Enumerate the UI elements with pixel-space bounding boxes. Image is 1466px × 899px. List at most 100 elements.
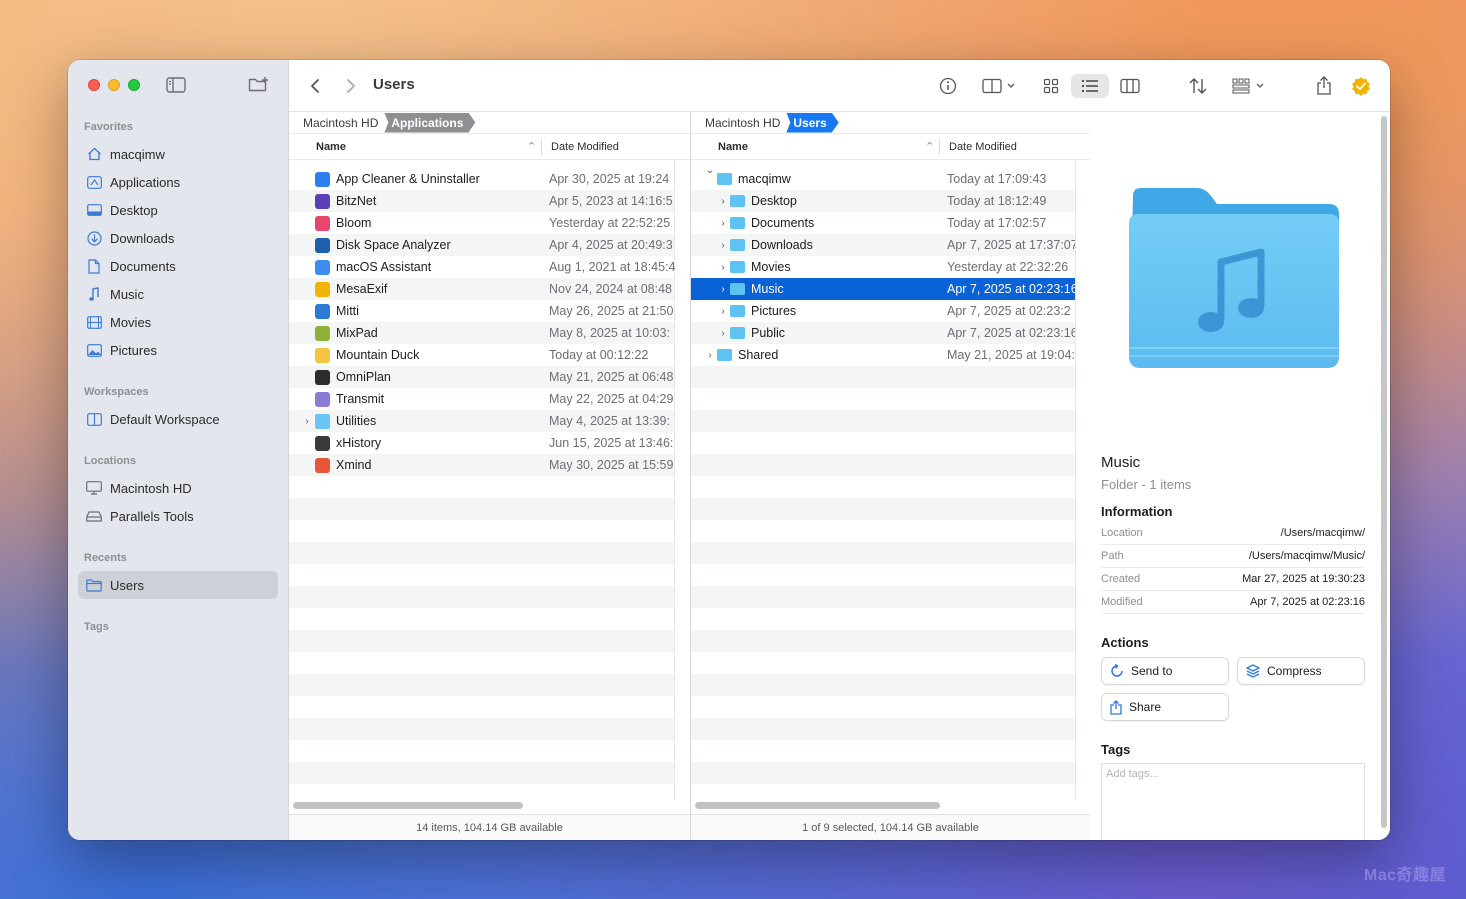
path-bar: Macintosh HD Applications (289, 112, 690, 134)
minimize-window-button[interactable] (108, 79, 120, 91)
table-row[interactable]: Transmit May 22, 2025 at 04:29 (289, 388, 674, 410)
send-to-button[interactable]: Send to (1101, 657, 1229, 685)
table-row (691, 454, 1075, 476)
share-button[interactable]: Share (1101, 693, 1229, 721)
table-row (691, 432, 1075, 454)
path-crumb-current[interactable]: Applications (384, 113, 475, 133)
preview-pane-menu-icon[interactable] (979, 74, 1021, 98)
table-row[interactable]: › Documents Today at 17:02:57 (691, 212, 1075, 234)
name-column-header[interactable]: Name (718, 141, 748, 153)
verified-badge-icon[interactable] (1349, 74, 1373, 98)
table-row (691, 718, 1075, 740)
file-name: Music (751, 282, 784, 296)
group-menu-icon[interactable] (1230, 74, 1270, 98)
table-row[interactable]: › Downloads Apr 7, 2025 at 17:37:07 (691, 234, 1075, 256)
chevron-down-icon[interactable]: ⌄ (705, 165, 715, 176)
compress-button[interactable]: Compress (1237, 657, 1365, 685)
sidebar-item-parallels-tools[interactable]: Parallels Tools (78, 502, 278, 530)
locations-heading: Locations (84, 455, 136, 467)
sidebar-item-macintosh-hd[interactable]: Macintosh HD (78, 474, 278, 502)
sidebar-item-movies[interactable]: Movies (78, 308, 278, 336)
sidebar: Favorites Workspaces Locations Recents T… (68, 60, 289, 840)
sidebar-item-applications[interactable]: Applications (78, 168, 278, 196)
table-row[interactable]: › Public Apr 7, 2025 at 02:23:16 (691, 322, 1075, 344)
date-column-header[interactable]: Date Modified (949, 141, 1017, 153)
sidebar-toggle-icon[interactable] (166, 77, 186, 96)
table-row[interactable]: Mountain Duck Today at 00:12:22 (289, 344, 674, 366)
folder-icon (730, 327, 745, 339)
disclosure-chevron-icon[interactable]: › (718, 218, 728, 229)
sidebar-item-users[interactable]: Users (78, 571, 278, 599)
list-view-icon[interactable] (1071, 74, 1109, 98)
path-bar: Macintosh HD Users (691, 112, 1090, 134)
path-crumb-root[interactable]: Macintosh HD (705, 116, 780, 130)
table-row[interactable]: › Desktop Today at 18:12:49 (691, 190, 1075, 212)
sidebar-item-macqimw[interactable]: macqimw (78, 140, 278, 168)
table-row[interactable]: › Utilities May 4, 2025 at 13:39: (289, 410, 674, 432)
table-row[interactable]: xHistory Jun 15, 2025 at 13:46: (289, 432, 674, 454)
disclosure-chevron-icon[interactable]: › (705, 350, 715, 361)
table-row[interactable]: › Shared May 21, 2025 at 19:04: (691, 344, 1075, 366)
sidebar-item-label: Parallels Tools (110, 508, 194, 524)
disclosure-chevron-icon[interactable]: › (302, 416, 312, 427)
date-column-header[interactable]: Date Modified (551, 141, 619, 153)
file-name: macOS Assistant (336, 260, 432, 274)
sidebar-item-documents[interactable]: Documents (78, 252, 278, 280)
icon-view-icon[interactable] (1039, 74, 1063, 98)
column-divider[interactable] (541, 139, 542, 155)
table-row[interactable]: ⌄ macqimw Today at 17:09:43 (691, 165, 1075, 190)
table-row (289, 630, 674, 652)
close-window-button[interactable] (88, 79, 100, 91)
app-icon (315, 259, 330, 275)
table-row[interactable]: Disk Space Analyzer Apr 4, 2025 at 20:49:… (289, 234, 674, 256)
disclosure-chevron-icon[interactable]: › (718, 284, 728, 295)
table-row[interactable]: Bloom Yesterday at 22:52:25 (289, 212, 674, 234)
folder-icon (730, 195, 745, 207)
path-crumb-root[interactable]: Macintosh HD (303, 116, 378, 130)
table-row[interactable]: MesaExif Nov 24, 2024 at 08:48 (289, 278, 674, 300)
table-row[interactable]: Mitti May 26, 2025 at 21:50 (289, 300, 674, 322)
table-row[interactable]: OmniPlan May 21, 2025 at 06:48 (289, 366, 674, 388)
path-crumb-current[interactable]: Users (786, 113, 838, 133)
column-divider[interactable] (939, 139, 940, 155)
info-icon[interactable] (936, 74, 960, 98)
sidebar-item-default-workspace[interactable]: Default Workspace (78, 405, 278, 433)
sidebar-item-pictures[interactable]: Pictures (78, 336, 278, 364)
disclosure-chevron-icon[interactable]: › (718, 240, 728, 251)
zoom-window-button[interactable] (128, 79, 140, 91)
horizontal-scrollbar[interactable] (293, 802, 523, 809)
information-heading: Information (1101, 504, 1173, 519)
column-view-icon[interactable] (1118, 74, 1142, 98)
back-icon[interactable] (305, 74, 325, 98)
table-row[interactable]: macOS Assistant Aug 1, 2021 at 18:45:4 (289, 256, 675, 278)
table-row (289, 586, 674, 608)
table-row[interactable]: › Pictures Apr 7, 2025 at 02:23:2 (691, 300, 1075, 322)
table-row[interactable]: › Movies Yesterday at 22:32:26 (691, 256, 1075, 278)
horizontal-scrollbar[interactable] (695, 802, 940, 809)
new-folder-icon[interactable] (248, 76, 270, 97)
table-row[interactable]: Xmind May 30, 2025 at 15:59 (289, 454, 674, 476)
share-icon[interactable] (1312, 74, 1336, 98)
sidebar-item-label: Documents (110, 258, 176, 274)
forward-icon[interactable] (341, 74, 361, 98)
name-column-header[interactable]: Name (316, 141, 346, 153)
disclosure-chevron-icon[interactable]: › (718, 196, 728, 207)
app-icon (315, 325, 330, 341)
disclosure-chevron-icon[interactable]: › (718, 328, 728, 339)
app-icon (315, 457, 330, 473)
sidebar-item-desktop[interactable]: Desktop (78, 196, 278, 224)
sidebar-item-music[interactable]: Music (78, 280, 278, 308)
sidebar-item-downloads[interactable]: Downloads (78, 224, 278, 252)
table-row[interactable]: MixPad May 8, 2025 at 10:03: (289, 322, 674, 344)
table-row[interactable]: App Cleaner & Uninstaller Apr 30, 2025 at… (289, 168, 674, 190)
table-row (691, 366, 1075, 388)
disclosure-chevron-icon[interactable]: › (718, 262, 728, 273)
sort-icon[interactable] (1186, 74, 1210, 98)
tags-input[interactable]: Add tags... (1101, 763, 1365, 840)
vertical-scrollbar[interactable] (1381, 116, 1387, 828)
disclosure-chevron-icon[interactable]: › (718, 306, 728, 317)
table-row[interactable]: BitzNet Apr 5, 2023 at 14:16:5 (289, 190, 674, 212)
share-icon (1110, 699, 1122, 715)
file-name: Pictures (751, 304, 797, 318)
table-row[interactable]: › Music Apr 7, 2025 at 02:23:16 (691, 278, 1075, 300)
